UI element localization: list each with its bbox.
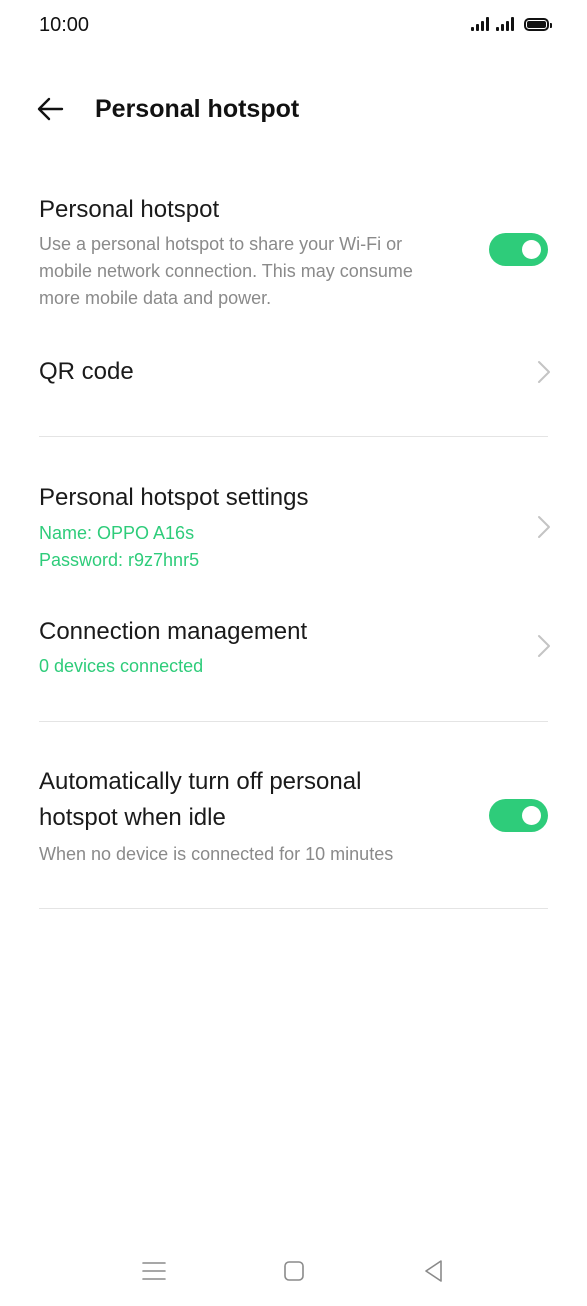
hotspot-password: Password: r9z7hnr5 xyxy=(39,550,200,570)
personal-hotspot-description-line-3: more mobile data and power. xyxy=(39,288,272,308)
status-time: 10:00 xyxy=(39,14,90,36)
auto-off-row: Automatically turn off personal hotspot … xyxy=(0,764,587,874)
back-triangle-icon[interactable] xyxy=(421,1258,447,1284)
personal-hotspot-description-line-1: Use a personal hotspot to share your Wi-… xyxy=(39,234,403,254)
divider xyxy=(39,908,548,909)
qr-code-label: QR code xyxy=(39,358,134,385)
connected-devices-status: 0 devices connected xyxy=(39,656,204,676)
auto-off-toggle[interactable] xyxy=(489,799,548,832)
signal-icon xyxy=(471,17,489,31)
page-title: Personal hotspot xyxy=(95,95,300,123)
toggle-knob xyxy=(522,240,541,259)
divider xyxy=(39,721,548,722)
status-icons xyxy=(471,17,552,31)
back-arrow-icon xyxy=(37,97,64,121)
toggle-knob xyxy=(522,806,541,825)
navigation-bar xyxy=(0,1250,587,1290)
header: Personal hotspot xyxy=(0,86,587,132)
personal-hotspot-settings-row[interactable]: Personal hotspot settings Name: OPPO A16… xyxy=(0,478,587,578)
personal-hotspot-row: Personal hotspot Use a personal hotspot … xyxy=(0,190,587,320)
personal-hotspot-title: Personal hotspot xyxy=(39,196,220,223)
chevron-right-icon xyxy=(538,361,550,383)
chevron-right-icon xyxy=(538,635,550,657)
connection-management-row[interactable]: Connection management 0 devices connecte… xyxy=(0,612,587,688)
personal-hotspot-settings-title: Personal hotspot settings xyxy=(39,484,309,511)
home-icon[interactable] xyxy=(281,1258,307,1284)
screen: 10:00 Personal hotspot Personal hotspot … xyxy=(0,0,587,1306)
status-bar: 10:00 xyxy=(0,0,587,52)
divider xyxy=(39,436,548,437)
menu-icon[interactable] xyxy=(141,1258,167,1284)
personal-hotspot-toggle[interactable] xyxy=(489,233,548,266)
auto-off-title-line-1: Automatically turn off personal xyxy=(39,768,362,795)
personal-hotspot-description-line-2: mobile network connection. This may cons… xyxy=(39,261,413,281)
auto-off-title-line-2: hotspot when idle xyxy=(39,804,226,831)
signal-icon xyxy=(496,17,514,31)
chevron-right-icon xyxy=(538,516,550,538)
battery-icon xyxy=(524,18,552,31)
back-button[interactable] xyxy=(34,92,68,126)
auto-off-description: When no device is connected for 10 minut… xyxy=(39,844,394,864)
qr-code-row[interactable]: QR code xyxy=(0,340,587,404)
connection-management-title: Connection management xyxy=(39,618,308,645)
hotspot-name: Name: OPPO A16s xyxy=(39,523,195,543)
